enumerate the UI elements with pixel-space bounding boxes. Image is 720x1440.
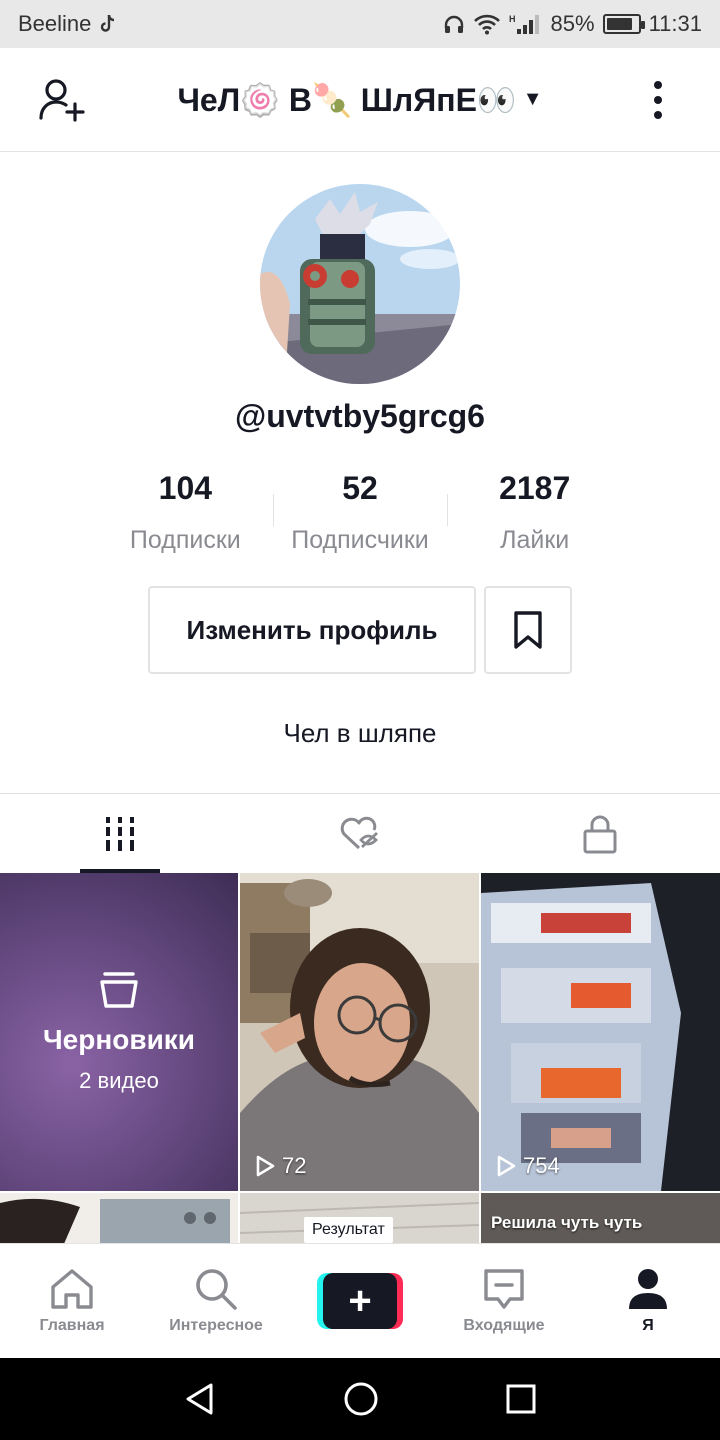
account-title: ЧеЛ🍥 В🍡 ШлЯпЕ👀: [177, 81, 517, 118]
likes-label: Лайки: [500, 526, 570, 554]
video-thumbnail[interactable]: [0, 1193, 238, 1243]
account-switcher[interactable]: ЧеЛ🍥 В🍡 ШлЯпЕ👀 ▼: [177, 81, 542, 119]
videos-grid-icon: [106, 816, 134, 851]
tab-private[interactable]: [480, 794, 720, 873]
clock: 11:31: [648, 11, 702, 36]
nav-discover-label: Интересное: [169, 1317, 263, 1334]
chevron-down-icon: ▼: [522, 88, 543, 110]
likes-count: 2187: [499, 470, 571, 506]
signal-icon: H: [509, 14, 539, 34]
search-icon: [196, 1269, 237, 1310]
nav-inbox[interactable]: Входящие: [432, 1267, 576, 1335]
back-icon[interactable]: [183, 1382, 217, 1416]
nav-inbox-label: Входящие: [463, 1317, 545, 1334]
create-icon: +: [317, 1273, 403, 1329]
headphones-icon: [444, 15, 463, 33]
view-count-value: 72: [282, 1153, 307, 1178]
content-tabs: [0, 793, 720, 873]
following-stat[interactable]: 104 Подписки: [98, 470, 273, 555]
tab-liked[interactable]: [240, 794, 480, 873]
home-circle-icon[interactable]: [343, 1381, 379, 1417]
battery-percent: 85%: [550, 11, 595, 36]
followers-stat[interactable]: 52 Подписчики: [272, 470, 448, 555]
video-thumbnail[interactable]: 754: [481, 873, 720, 1191]
add-friend-button[interactable]: [32, 70, 92, 130]
drafts-count: 2 видео: [79, 1068, 159, 1093]
drafts-title: Черновики: [42, 1024, 196, 1055]
play-icon: [497, 1155, 516, 1177]
following-label: Подписки: [129, 526, 241, 554]
system-navigation-bar: [0, 1358, 720, 1440]
followers-label: Подписчики: [291, 526, 429, 554]
add-user-icon: [39, 78, 85, 122]
view-count-value: 754: [523, 1153, 560, 1178]
inbox-icon: [484, 1269, 524, 1309]
likes-stat[interactable]: 2187 Лайки: [447, 470, 622, 555]
thumbnail-label: Результат: [304, 1217, 393, 1243]
view-count: 754: [495, 1153, 560, 1179]
selfie-thumbnail-image: [240, 873, 479, 1191]
carrier-name: Beeline: [18, 11, 92, 36]
nav-profile[interactable]: Я: [576, 1267, 720, 1335]
wifi-icon: [473, 14, 500, 35]
profile-header: ЧеЛ🍥 В🍡 ШлЯпЕ👀 ▼: [0, 48, 720, 152]
following-count: 104: [158, 470, 213, 506]
home-icon: [51, 1269, 93, 1309]
status-bar: Beeline H 85% 11:31: [0, 0, 720, 48]
anime-thumbnail-image: [0, 1193, 238, 1243]
video-thumbnail[interactable]: Решила чуть чуть: [481, 1193, 720, 1243]
view-count: 72: [254, 1153, 306, 1179]
nav-home-label: Главная: [39, 1317, 105, 1334]
profile-bio: Чел в шляпе: [283, 718, 437, 748]
drafts-tile[interactable]: Черновики 2 видео: [0, 873, 238, 1191]
more-options-button[interactable]: [628, 70, 688, 130]
bottom-nav: Главная Интересное + Входящие Я: [0, 1243, 720, 1358]
lock-icon: [583, 815, 617, 853]
profile-icon: [629, 1269, 667, 1309]
recents-icon[interactable]: [505, 1383, 537, 1415]
nav-create[interactable]: +: [288, 1273, 432, 1329]
more-vertical-icon: [653, 80, 662, 119]
edit-profile-button[interactable]: Изменить профиль: [148, 586, 476, 674]
play-icon: [256, 1155, 275, 1177]
nav-profile-label: Я: [642, 1317, 654, 1334]
battery-icon: [602, 14, 645, 34]
favorites-button[interactable]: [484, 586, 572, 674]
liked-hidden-icon: [340, 816, 378, 849]
video-grid: Черновики 2 видео 72 754 Результат Решил…: [0, 873, 720, 1243]
blurry-thumbnail-image: [481, 873, 720, 1191]
tiktok-notification-icon: [101, 14, 115, 32]
video-thumbnail[interactable]: 72: [240, 873, 479, 1191]
thumbnail-caption: Решила чуть чуть: [491, 1213, 643, 1232]
profile-stats: 104 Подписки 52 Подписчики 2187 Лайки: [98, 470, 622, 555]
drafts-icon: [100, 972, 138, 1008]
username: @uvtvtby5grcg6: [235, 398, 485, 434]
video-thumbnail[interactable]: Результат: [240, 1193, 479, 1243]
svg-text:H: H: [509, 14, 516, 24]
tab-videos[interactable]: [0, 794, 240, 873]
avatar-image: [260, 184, 460, 384]
nav-home[interactable]: Главная: [0, 1267, 144, 1335]
bookmark-icon: [514, 611, 542, 649]
avatar[interactable]: [260, 184, 460, 384]
followers-count: 52: [342, 470, 378, 506]
nav-discover[interactable]: Интересное: [144, 1267, 288, 1335]
